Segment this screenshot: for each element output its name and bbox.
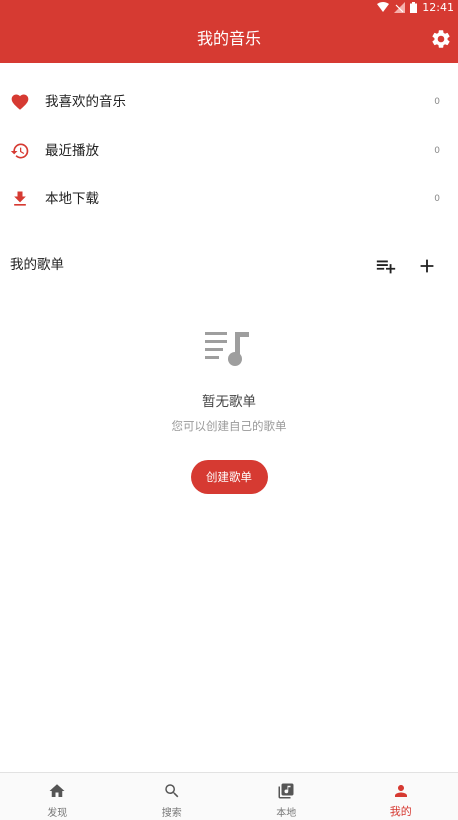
empty-subtitle: 您可以创建自己的歌单: [171, 419, 287, 433]
quick-list: 我喜欢的音乐 0 最近播放 0 本地下载 0: [0, 78, 458, 224]
list-item-label: 最近播放: [45, 142, 99, 159]
search-icon: [165, 784, 179, 798]
list-item-label: 本地下载: [45, 191, 99, 207]
status-bar: 12:41: [0, 0, 458, 14]
section-title: 我的歌单: [10, 257, 64, 273]
list-item-downloads[interactable]: 本地下载 0: [0, 175, 458, 224]
person-icon: [394, 785, 407, 797]
nav-label: 发现: [47, 808, 68, 819]
playlist-add-icon[interactable]: [375, 255, 397, 277]
playlist-empty-icon: [205, 332, 249, 366]
nav-label: 我的: [389, 805, 412, 818]
page-title: 我的音乐: [196, 29, 261, 48]
home-icon: [49, 784, 65, 797]
plus-icon[interactable]: [416, 255, 438, 277]
list-item-count: 0: [434, 194, 440, 204]
gear-icon[interactable]: [430, 28, 452, 50]
list-item-recent[interactable]: 最近播放 0: [0, 127, 458, 176]
download-icon: [14, 191, 26, 206]
nav-label: 搜索: [161, 808, 182, 819]
list-item-count: 0: [434, 145, 440, 156]
nav-item-search[interactable]: 搜索: [115, 773, 230, 820]
nav-label: 本地: [276, 808, 297, 819]
battery-icon: [410, 1, 418, 13]
bottom-nav: 发现 搜索 本地 我的: [0, 772, 458, 820]
heart-icon: [11, 94, 29, 110]
status-time: 12:41: [422, 0, 454, 14]
list-item-favorites[interactable]: 我喜欢的音乐 0: [0, 78, 458, 127]
nav-item-discover[interactable]: 发现: [0, 773, 115, 820]
wifi-icon: [377, 1, 390, 12]
status-icons: 12:41: [377, 0, 454, 14]
list-item-count: 0: [434, 97, 440, 107]
empty-title: 暂无歌单: [202, 394, 256, 410]
list-item-label: 我喜欢的音乐: [45, 94, 126, 110]
history-icon: [10, 143, 29, 158]
playlists-header: 我的歌单: [0, 250, 458, 280]
create-playlist-button[interactable]: 创建歌单: [190, 460, 268, 494]
nav-item-mine[interactable]: 我的: [344, 773, 458, 820]
nav-item-local[interactable]: 本地: [229, 773, 344, 820]
empty-state: 暂无歌单 您可以创建自己的歌单 创建歌单: [0, 328, 458, 494]
music-library-icon: [278, 783, 294, 799]
app-bar: 我的音乐: [0, 14, 458, 63]
signal-icon: [394, 1, 406, 13]
